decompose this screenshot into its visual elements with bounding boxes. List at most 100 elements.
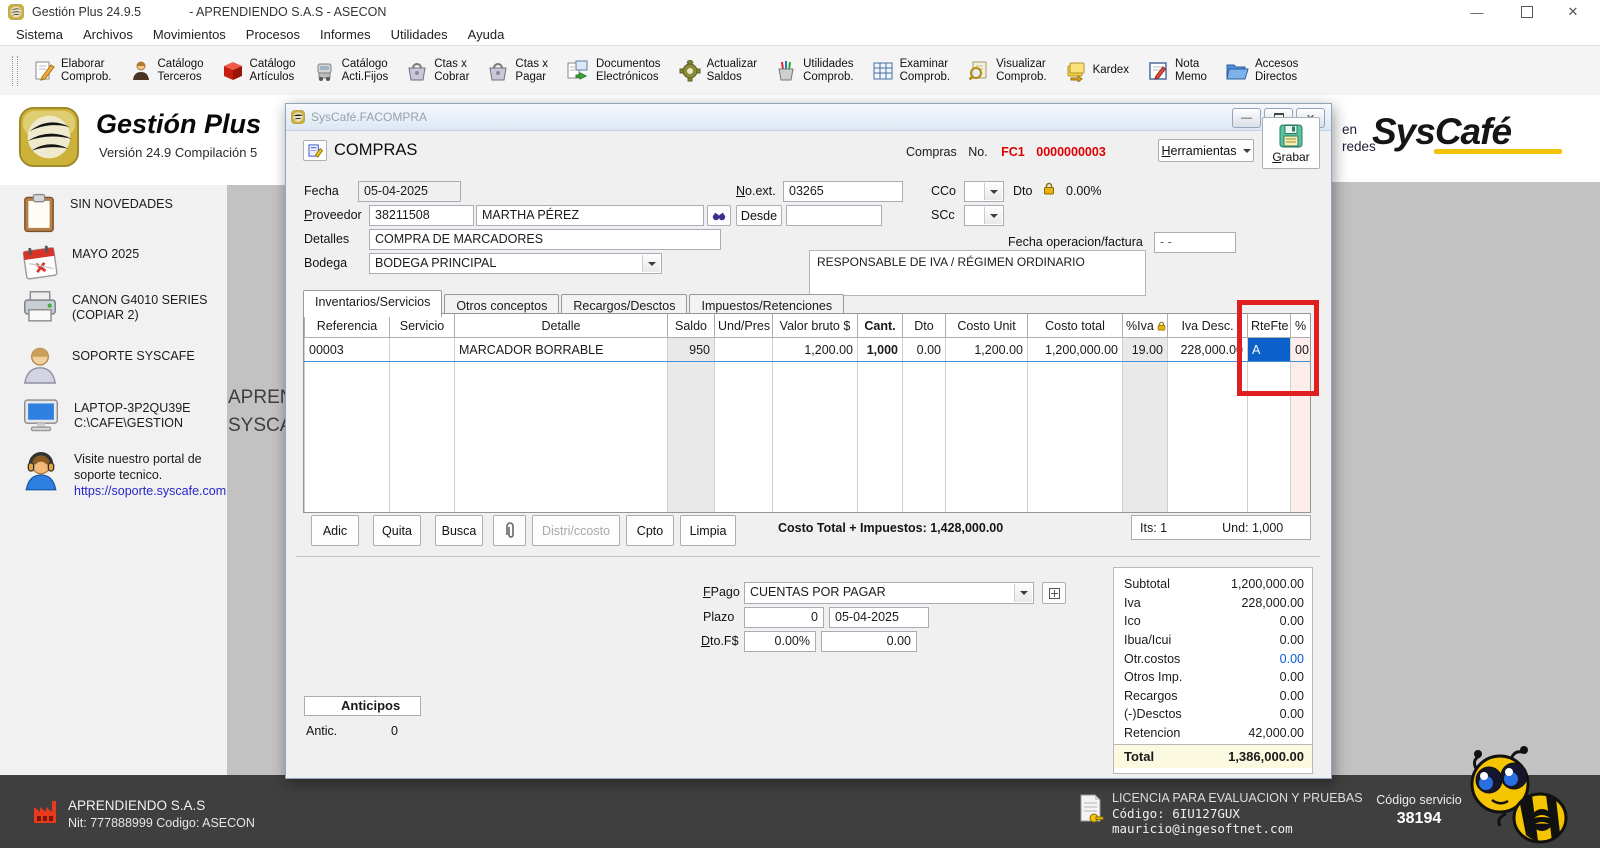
grid-cell[interactable]: 228,000.00 bbox=[1168, 338, 1248, 362]
grid-cell[interactable] bbox=[390, 500, 455, 513]
grid-cell[interactable] bbox=[305, 500, 390, 513]
grid-cell[interactable] bbox=[715, 431, 773, 454]
grid-cell[interactable] bbox=[903, 500, 946, 513]
noext-field[interactable]: 03265 bbox=[783, 181, 903, 202]
grid-cell[interactable] bbox=[305, 477, 390, 500]
toolbar-catalogo-terceros[interactable]: Catálogo Terceros bbox=[121, 48, 213, 94]
distri-ccosto-button[interactable]: Distri/ccosto bbox=[532, 515, 620, 546]
proveedor-name-field[interactable]: MARTHA PÉREZ bbox=[476, 205, 704, 226]
minimize-icon[interactable]: — bbox=[1454, 0, 1500, 24]
compras-form-button[interactable] bbox=[303, 140, 327, 161]
close-icon[interactable]: ✕ bbox=[1550, 0, 1596, 24]
grid-cell[interactable] bbox=[390, 408, 455, 431]
grid-cell[interactable] bbox=[1123, 477, 1168, 500]
grid-cell[interactable] bbox=[455, 454, 668, 477]
chevron-down-icon[interactable] bbox=[642, 255, 660, 272]
grid-cell[interactable] bbox=[903, 385, 946, 408]
grid-cell[interactable] bbox=[715, 385, 773, 408]
grid-cell[interactable] bbox=[858, 500, 903, 513]
grid-cell[interactable] bbox=[1168, 454, 1248, 477]
grid-cell[interactable] bbox=[1248, 431, 1291, 454]
table-row[interactable] bbox=[305, 500, 1311, 513]
table-row[interactable] bbox=[305, 385, 1311, 408]
table-row[interactable]: 00003 MARCADOR BORRABLE 950 1,200.00 1,0… bbox=[305, 338, 1311, 362]
grid-cell[interactable] bbox=[903, 454, 946, 477]
chevron-down-icon[interactable] bbox=[984, 207, 1002, 224]
col-valor-bruto[interactable]: Valor bruto $ bbox=[773, 314, 858, 338]
grid-cell[interactable]: 1,200.00 bbox=[946, 338, 1028, 362]
table-row[interactable] bbox=[305, 362, 1311, 386]
sidebar-item-portal[interactable]: Visite nuestro portal de soporte tecnico… bbox=[22, 451, 217, 499]
grid-cell[interactable] bbox=[715, 338, 773, 362]
menu-utilidades[interactable]: Utilidades bbox=[381, 27, 458, 42]
desde-field[interactable] bbox=[786, 205, 882, 226]
proveedor-id-field[interactable]: 38211508 bbox=[369, 205, 474, 226]
grid-cell[interactable] bbox=[773, 454, 858, 477]
grid-cell[interactable] bbox=[1291, 500, 1311, 513]
chevron-down-icon[interactable] bbox=[984, 183, 1002, 200]
grid-cell[interactable] bbox=[946, 431, 1028, 454]
grid-cell[interactable] bbox=[773, 431, 858, 454]
col-referencia[interactable]: Referencia bbox=[305, 314, 390, 338]
grid-cell[interactable] bbox=[390, 385, 455, 408]
grid-cell[interactable]: 0.00 bbox=[903, 338, 946, 362]
grid-cell[interactable] bbox=[305, 362, 390, 386]
grid-cell[interactable] bbox=[715, 408, 773, 431]
grid-cell[interactable]: 19.00 bbox=[1123, 338, 1168, 362]
toolbar-examinar-comprob[interactable]: Examinar Comprob. bbox=[863, 48, 960, 94]
grid-cell[interactable] bbox=[1123, 500, 1168, 513]
cco-combo[interactable] bbox=[964, 181, 1004, 202]
menu-sistema[interactable]: Sistema bbox=[6, 27, 73, 42]
grid-cell[interactable] bbox=[715, 454, 773, 477]
fpago-combo[interactable]: CUENTAS POR PAGAR bbox=[744, 582, 1034, 604]
col-dto[interactable]: Dto bbox=[903, 314, 946, 338]
grid-cell[interactable] bbox=[773, 500, 858, 513]
grid-cell[interactable] bbox=[455, 477, 668, 500]
grid-cell[interactable] bbox=[1248, 500, 1291, 513]
portal-link[interactable]: https://soporte.syscafe.com bbox=[74, 484, 226, 498]
toolbar-catalogo-articulos[interactable]: Catálogo Artículos bbox=[213, 48, 305, 94]
dtof-pct-field[interactable]: 0.00% bbox=[744, 631, 816, 652]
grid-cell[interactable] bbox=[668, 454, 715, 477]
toolbar-ctas-pagar[interactable]: Ctas x Pagar bbox=[478, 48, 557, 94]
menu-ayuda[interactable]: Ayuda bbox=[458, 27, 515, 42]
plazo-fecha-field[interactable]: 05-04-2025 bbox=[829, 607, 929, 628]
grid-cell[interactable] bbox=[903, 408, 946, 431]
bodega-combo[interactable]: BODEGA PRINCIPAL bbox=[369, 253, 662, 274]
grid-cell[interactable]: 950 bbox=[668, 338, 715, 362]
grid-cell[interactable] bbox=[1028, 454, 1123, 477]
menu-informes[interactable]: Informes bbox=[310, 27, 381, 42]
table-row[interactable] bbox=[305, 431, 1311, 454]
menu-procesos[interactable]: Procesos bbox=[236, 27, 310, 42]
busca-button[interactable]: Busca bbox=[435, 515, 483, 546]
toolbar-catalogo-actifijos[interactable]: Catálogo Acti.Fijos bbox=[305, 48, 398, 94]
table-row[interactable] bbox=[305, 454, 1311, 477]
toolbar-grip[interactable] bbox=[12, 56, 18, 86]
grid-cell[interactable] bbox=[858, 362, 903, 386]
sidebar-item-impresora[interactable]: CANON G4010 SERIES (COPIAR 2) bbox=[22, 289, 217, 325]
plazo-field[interactable]: 0 bbox=[744, 607, 824, 628]
grid-cell[interactable] bbox=[668, 431, 715, 454]
maximize-icon[interactable] bbox=[1504, 0, 1550, 24]
grid-cell[interactable] bbox=[858, 454, 903, 477]
grid-cell[interactable] bbox=[1028, 362, 1123, 386]
grid-cell[interactable] bbox=[858, 385, 903, 408]
grid-cell[interactable] bbox=[455, 500, 668, 513]
grid-cell[interactable] bbox=[858, 431, 903, 454]
grid-cell[interactable] bbox=[1291, 408, 1311, 431]
grid-cell[interactable] bbox=[455, 362, 668, 386]
toolbar-visualizar-comprob[interactable]: Visualizar Comprob. bbox=[959, 48, 1056, 94]
grid-cell[interactable] bbox=[903, 362, 946, 386]
grid-cell[interactable] bbox=[1248, 477, 1291, 500]
toolbar-actualizar-saldos[interactable]: Actualizar Saldos bbox=[670, 48, 767, 94]
buscar-proveedor-button[interactable] bbox=[707, 205, 731, 226]
grid-cell[interactable] bbox=[715, 477, 773, 500]
grid-cell[interactable] bbox=[1123, 408, 1168, 431]
grid-cell[interactable] bbox=[773, 408, 858, 431]
detalles-field[interactable]: COMPRA DE MARCADORES bbox=[369, 229, 721, 250]
grid-cell[interactable] bbox=[390, 431, 455, 454]
cpto-button[interactable]: Cpto bbox=[626, 515, 674, 546]
grid-cell[interactable] bbox=[668, 362, 715, 386]
table-row[interactable] bbox=[305, 408, 1311, 431]
col-iva-pct[interactable]: %Iva bbox=[1123, 314, 1168, 338]
